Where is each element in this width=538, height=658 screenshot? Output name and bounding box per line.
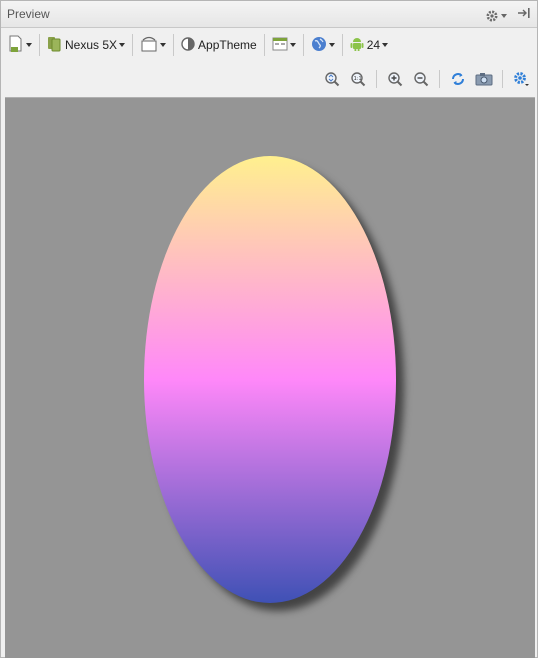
theme-label: AppTheme bbox=[198, 38, 257, 52]
separator bbox=[376, 70, 377, 88]
panel-title: Preview bbox=[7, 7, 50, 21]
activity-layout-icon bbox=[272, 37, 288, 54]
orientation-icon bbox=[140, 36, 158, 55]
zoom-toolbar: 1:1 bbox=[322, 67, 531, 91]
zoom-in-icon[interactable] bbox=[385, 69, 405, 89]
separator bbox=[132, 34, 134, 56]
device-selector[interactable]: Nexus 5X bbox=[44, 33, 128, 57]
zoom-fit-icon[interactable] bbox=[322, 69, 342, 89]
refresh-icon[interactable] bbox=[448, 69, 468, 89]
drawable-preview bbox=[144, 156, 404, 611]
gear-icon[interactable] bbox=[485, 9, 507, 23]
android-icon bbox=[350, 36, 364, 55]
theme-icon bbox=[181, 36, 195, 54]
title-bar-actions bbox=[485, 6, 531, 25]
separator bbox=[341, 34, 343, 56]
locale-selector[interactable] bbox=[308, 33, 338, 57]
design-surface-button[interactable] bbox=[5, 33, 35, 57]
preview-panel: Preview Nexus 5X AppTheme 24 1:1 bbox=[0, 0, 538, 658]
api-level-selector[interactable]: 24 bbox=[347, 33, 391, 57]
api-level-label: 24 bbox=[366, 38, 381, 52]
separator bbox=[502, 70, 503, 88]
zoom-actual-icon[interactable]: 1:1 bbox=[348, 69, 368, 89]
device-label: Nexus 5X bbox=[65, 38, 118, 52]
separator bbox=[263, 34, 265, 56]
globe-icon bbox=[311, 36, 327, 55]
device-icon bbox=[47, 36, 61, 55]
activity-selector[interactable] bbox=[269, 33, 299, 57]
camera-icon[interactable] bbox=[474, 69, 494, 89]
preview-canvas[interactable] bbox=[5, 97, 535, 658]
separator bbox=[39, 34, 40, 56]
title-bar: Preview bbox=[1, 1, 537, 28]
pin-icon[interactable] bbox=[517, 6, 531, 25]
orientation-selector[interactable] bbox=[137, 33, 169, 57]
separator bbox=[439, 70, 440, 88]
theme-selector[interactable]: AppTheme bbox=[178, 33, 260, 57]
separator bbox=[173, 34, 175, 56]
design-surface-icon bbox=[8, 35, 24, 56]
svg-text:1:1: 1:1 bbox=[354, 76, 362, 82]
separator bbox=[302, 34, 304, 56]
options-gear-icon[interactable] bbox=[511, 69, 531, 89]
zoom-out-icon[interactable] bbox=[411, 69, 431, 89]
preview-toolbar: Nexus 5X AppTheme 24 bbox=[1, 28, 537, 62]
gradient-oval bbox=[144, 156, 396, 603]
